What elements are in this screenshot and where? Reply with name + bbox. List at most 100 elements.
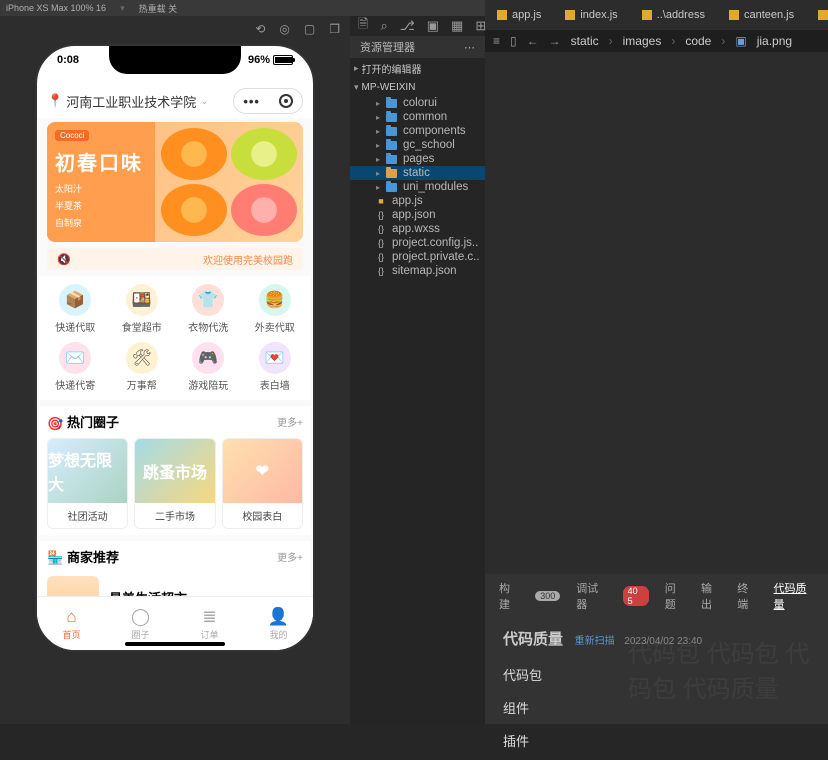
file-item[interactable]: {}app.json [350,208,485,222]
crumb[interactable]: images [623,34,662,48]
explorer-menu-icon[interactable]: ⋯ [464,41,475,54]
tab-icon: ◯ [131,607,150,627]
location-name: 河南工业职业技术学院 [66,92,196,111]
file-item[interactable]: {} project.private.c.. [350,250,485,264]
project-header[interactable]: MP-WEIXIN [350,79,485,96]
device-selector[interactable]: iPhone XS Max 100% 16 [6,3,106,13]
service-item[interactable]: ✉️快递代寄 [45,342,106,392]
refresh-icon[interactable]: ⟲ [255,22,265,36]
file-icon: {} [376,252,386,262]
notch [109,46,241,74]
branch-icon[interactable]: ⎇ [400,18,415,34]
crumb[interactable]: static [571,34,599,48]
editor-view [485,52,828,574]
open-editors-header[interactable]: 打开的编辑器 [350,58,485,79]
service-item[interactable]: 💌表白墙 [245,342,306,392]
tab-issues[interactable]: 问题 [665,580,685,612]
app-content: 📍 河南工业职业技术学院 ⌄ ••• Cococi 初春口味 太阳汁 半夏茶 自… [37,84,313,650]
folder-item[interactable]: ▸gc_school [350,138,485,152]
editor-tab[interactable]: index.js [553,0,629,30]
location-bar[interactable]: 📍 河南工业职业技术学院 ⌄ ••• [37,84,313,118]
cascade-icon[interactable]: ❐ [329,22,340,36]
folder-item[interactable]: ▸pages [350,152,485,166]
grid-icon[interactable]: ▦ [451,18,463,34]
folder-icon [386,141,397,150]
file-name: sitemap.json [392,265,457,277]
tab-icon: ⌂ [66,607,76,627]
rescan-button[interactable]: 重新扫描 [575,636,615,647]
folder-item[interactable]: ▸common [350,110,485,124]
folder-item[interactable]: ▸components [350,124,485,138]
service-icon: ✉️ [59,342,91,374]
folder-item[interactable]: ▸colorui [350,96,485,110]
crumb[interactable]: code [685,34,711,48]
nav-fwd-icon[interactable]: → [549,34,561,48]
files-icon[interactable]: 🗎 [358,15,368,37]
tab-terminal[interactable]: 终端 [737,580,757,612]
file-item[interactable]: {}sitemap.json [350,264,485,278]
tab-icon: ≣ [202,607,216,627]
service-item[interactable]: 👕衣物代洗 [178,284,239,334]
banner-line: 半夏茶 [55,199,147,212]
tab-quality[interactable]: 代码质量 [774,580,814,612]
hot-circles-more[interactable]: 更多+ [277,414,303,429]
bottom-panel: 构建300 调试器40 5 问题 输出 终端 代码质量 代码质量 重新扫描 20… [485,574,828,724]
device-icon[interactable]: ▢ [304,22,315,36]
folder-name: gc_school [403,139,455,151]
file-name: app.wxss [392,223,440,235]
promo-banner[interactable]: Cococi 初春口味 太阳汁 半夏茶 自制泉 [47,122,303,242]
tab-label: 圈子 [131,628,149,641]
service-item[interactable]: 🎮游戏陪玩 [178,342,239,392]
battery-icon [273,55,293,65]
service-label: 万事帮 [127,377,157,392]
crumb-file[interactable]: jia.png [757,34,792,48]
service-item[interactable]: 🍱食堂超市 [112,284,173,334]
file-name: project.private.c.. [392,251,480,263]
circle-card[interactable]: 跳蚤市场二手市场 [134,438,215,529]
tab-build[interactable]: 构建 [499,580,519,612]
nav-menu-icon[interactable]: ≡ [493,34,500,48]
bookmark-icon[interactable]: ▯ [510,34,517,48]
editor-tab[interactable]: ..\address [630,0,717,30]
file-item[interactable]: {}app.wxss [350,222,485,236]
search-icon[interactable]: ⌕ [380,18,387,34]
merchant-more[interactable]: 更多+ [277,549,303,564]
tab-debugger[interactable]: 调试器 [576,580,606,612]
box-icon[interactable]: ▣ [427,18,439,34]
eye-icon[interactable]: ◎ [279,22,289,36]
circle-card[interactable]: ❤校园表白 [222,438,303,529]
hot-reload-toggle[interactable]: 热重载 关 [139,2,178,15]
circle-card[interactable]: 梦想无限大社团活动 [47,438,128,529]
folder-item[interactable]: ▸uni_modules [350,180,485,194]
file-item[interactable]: {}project.config.js.. [350,236,485,250]
folder-name: components [403,125,466,137]
folder-item[interactable]: ▸static [350,166,485,180]
capsule-menu-icon[interactable]: ••• [243,94,260,109]
wechat-capsule[interactable]: ••• [233,88,303,114]
image-icon: ▣ [735,34,746,48]
nav-back-icon[interactable]: ← [527,34,539,48]
service-item[interactable]: 📦快递代取 [45,284,106,334]
file-item[interactable]: ■app.js [350,194,485,208]
home-indicator[interactable] [125,642,225,646]
tab-output[interactable]: 输出 [701,580,721,612]
circle-image: 梦想无限大 [48,439,127,503]
tab-item[interactable]: ⌂首页 [37,597,106,650]
service-item[interactable]: 🛠万事帮 [112,342,173,392]
circle-caption: 校园表白 [223,503,302,528]
editor-tab[interactable]: canteen.js [717,0,806,30]
quality-section-plugin[interactable]: 插件 [503,731,810,750]
hot-circles-title: 热门圈子 [67,415,119,430]
capsule-close-icon[interactable] [279,94,293,108]
editor-tab[interactable]: app.js [485,0,553,30]
folder-name: pages [403,153,434,165]
folder-name: uni_modules [403,181,468,193]
tab-item[interactable]: 👤我的 [244,597,313,650]
service-item[interactable]: 🍔外卖代取 [245,284,306,334]
notice-bar[interactable]: 🔇 欢迎使用完美校园跑 [47,248,303,270]
file-icon: ■ [376,196,386,206]
editor-tab[interactable]: pay.js [806,0,828,30]
simulator-area: ⟲ ◎ ▢ ❐ 0:08 96% 📍 河南工业职业技术学院 ⌄ ••• Coco [0,16,350,724]
service-icon: 📦 [59,284,91,316]
service-label: 食堂超市 [122,319,162,334]
